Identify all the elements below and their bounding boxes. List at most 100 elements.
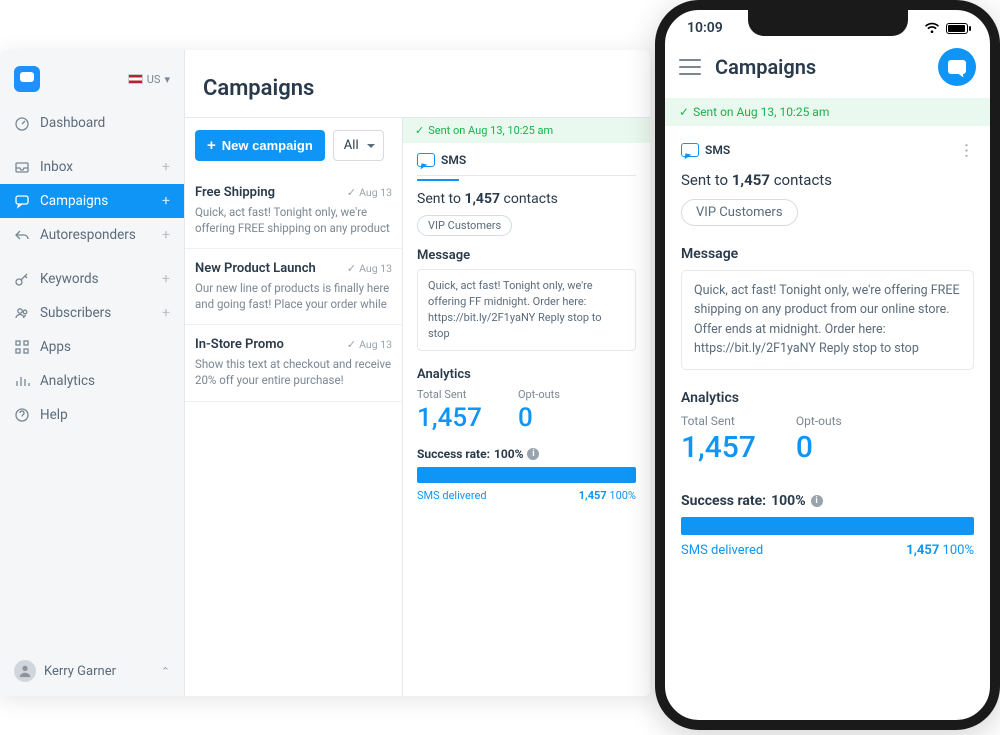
- add-icon: +: [162, 271, 170, 287]
- sidebar-item-campaigns[interactable]: Campaigns +: [0, 184, 184, 218]
- delivered-label: SMS delivered: [681, 543, 763, 558]
- page-title: Campaigns: [185, 50, 650, 117]
- filter-select[interactable]: All: [333, 130, 384, 161]
- user-name: Kerry Garner: [44, 664, 116, 679]
- analytics-title: Analytics: [681, 390, 974, 406]
- campaign-item[interactable]: New Product Launch ✓ Aug 13 Our new line…: [185, 249, 402, 325]
- metric-value: 0: [796, 430, 842, 465]
- metric-label: Opt-outs: [518, 388, 560, 401]
- select-value: All: [344, 138, 359, 153]
- campaign-title: Free Shipping: [195, 185, 275, 200]
- phone-header: Campaigns: [665, 42, 990, 98]
- sidebar-item-label: Subscribers: [40, 305, 111, 321]
- main-body: + New campaign All Free Shipping ✓ Aug 1…: [185, 117, 650, 696]
- sms-tab[interactable]: SMS: [417, 153, 636, 176]
- phone-body: SMS ⋯ Sent to 1,457 contacts VIP Custome…: [665, 126, 990, 572]
- new-campaign-button[interactable]: + New campaign: [195, 130, 325, 161]
- message-title: Message: [681, 246, 974, 262]
- sidebar-item-label: Apps: [40, 339, 71, 355]
- delivered-label: SMS delivered: [417, 489, 487, 502]
- sidebar-item-subscribers[interactable]: Subscribers +: [0, 296, 184, 330]
- users-icon: [14, 305, 30, 321]
- sidebar-item-apps[interactable]: Apps: [0, 330, 184, 364]
- sidebar-item-label: Dashboard: [40, 115, 105, 131]
- sidebar-item-label: Inbox: [40, 159, 73, 175]
- message-title: Message: [417, 248, 636, 263]
- sidebar-item-analytics[interactable]: Analytics: [0, 364, 184, 398]
- phone-time: 10:09: [687, 20, 723, 36]
- campaign-item[interactable]: In-Store Promo ✓ Aug 13 Show this text a…: [185, 325, 402, 401]
- sidebar-item-label: Campaigns: [40, 193, 108, 209]
- check-icon: ✓: [347, 262, 356, 275]
- segment-chip[interactable]: VIP Customers: [681, 199, 798, 226]
- sidebar-item-autoresponders[interactable]: Autoresponders +: [0, 218, 184, 252]
- add-icon: +: [162, 305, 170, 321]
- chevron-up-icon: ⌃: [161, 665, 170, 678]
- button-label: New campaign: [222, 138, 313, 153]
- phone-mockup: 10:09 Campaigns ✓ Sent on Aug 13, 10:25 …: [655, 0, 1000, 730]
- sidebar-item-label: Analytics: [40, 373, 95, 389]
- metric-label: Opt-outs: [796, 414, 842, 428]
- battery-icon: [946, 23, 968, 34]
- segment-chip[interactable]: VIP Customers: [417, 215, 512, 236]
- phone-notch: [748, 10, 908, 36]
- chat-icon: [14, 193, 30, 209]
- locale-label: US: [147, 73, 161, 86]
- sidebar-item-dashboard[interactable]: Dashboard: [0, 106, 184, 140]
- inbox-icon: [14, 159, 30, 175]
- sidebar-item-label: Help: [40, 407, 68, 423]
- campaign-title: In-Store Promo: [195, 337, 284, 352]
- phone-page-title: Campaigns: [715, 55, 816, 79]
- metric-optouts: Opt-outs 0: [518, 388, 560, 433]
- more-button[interactable]: ⋯: [958, 143, 977, 157]
- user-menu[interactable]: Kerry Garner ⌃: [0, 646, 184, 696]
- chat-button[interactable]: [938, 48, 976, 86]
- tab-underline: [417, 179, 459, 181]
- logo[interactable]: [14, 66, 40, 92]
- delivered-value: 1,457 100%: [579, 489, 636, 502]
- wifi-icon: [924, 22, 940, 34]
- delivered-row: SMS delivered 1,457 100%: [681, 543, 974, 558]
- campaign-item[interactable]: Free Shipping ✓ Aug 13 Quick, act fast! …: [185, 173, 402, 249]
- message-box: Quick, act fast! Tonight only, we're off…: [417, 269, 636, 351]
- sms-icon: [417, 153, 435, 167]
- metric-value: 1,457: [681, 430, 756, 465]
- gauge-icon: [14, 115, 30, 131]
- flag-icon: [128, 74, 143, 84]
- metric-value: 0: [518, 403, 560, 433]
- sms-tab[interactable]: SMS: [681, 143, 730, 157]
- info-icon[interactable]: i: [527, 448, 539, 460]
- grid-icon: [14, 339, 30, 355]
- campaign-detail: ✓ Sent on Aug 13, 10:25 am SMS Sent to 1…: [403, 118, 650, 696]
- metric-value: 1,457: [417, 403, 482, 433]
- campaign-desc: Show this text at checkout and receive 2…: [195, 356, 392, 388]
- bars-icon: [14, 373, 30, 389]
- sidebar-item-help[interactable]: Help: [0, 398, 184, 432]
- chat-icon: [948, 60, 966, 74]
- info-icon[interactable]: i: [811, 495, 823, 507]
- add-icon: +: [162, 193, 170, 209]
- check-icon: ✓: [347, 338, 356, 351]
- menu-button[interactable]: [679, 59, 701, 75]
- add-icon: +: [162, 227, 170, 243]
- sidebar: US ▾ Dashboard Inbox + Campaigns +: [0, 50, 185, 696]
- delivered-value: 1,457 100%: [906, 543, 974, 558]
- main: Campaigns + New campaign All Free Shippi…: [185, 50, 650, 696]
- metrics-row: Total Sent 1,457 Opt-outs 0: [417, 388, 636, 433]
- avatar: [14, 660, 36, 682]
- sms-tab-row: SMS ⋯: [681, 140, 974, 159]
- locale-switcher[interactable]: US ▾: [128, 73, 170, 86]
- sidebar-top: US ▾: [0, 60, 184, 106]
- desktop-window: US ▾ Dashboard Inbox + Campaigns +: [0, 50, 650, 696]
- sent-to-count: 1,457: [732, 171, 770, 189]
- campaign-date: ✓ Aug 13: [347, 338, 392, 351]
- success-rate: Success rate: 100% i: [417, 447, 636, 461]
- check-icon: ✓: [415, 124, 424, 137]
- delivered-row: SMS delivered 1,457 100%: [417, 489, 636, 502]
- sidebar-item-inbox[interactable]: Inbox +: [0, 150, 184, 184]
- list-toolbar: + New campaign All: [185, 118, 402, 173]
- campaign-desc: Quick, act fast! Tonight only, we're off…: [195, 204, 392, 236]
- sidebar-item-keywords[interactable]: Keywords +: [0, 262, 184, 296]
- campaign-date: ✓ Aug 13: [347, 186, 392, 199]
- metric-optouts: Opt-outs 0: [796, 414, 842, 465]
